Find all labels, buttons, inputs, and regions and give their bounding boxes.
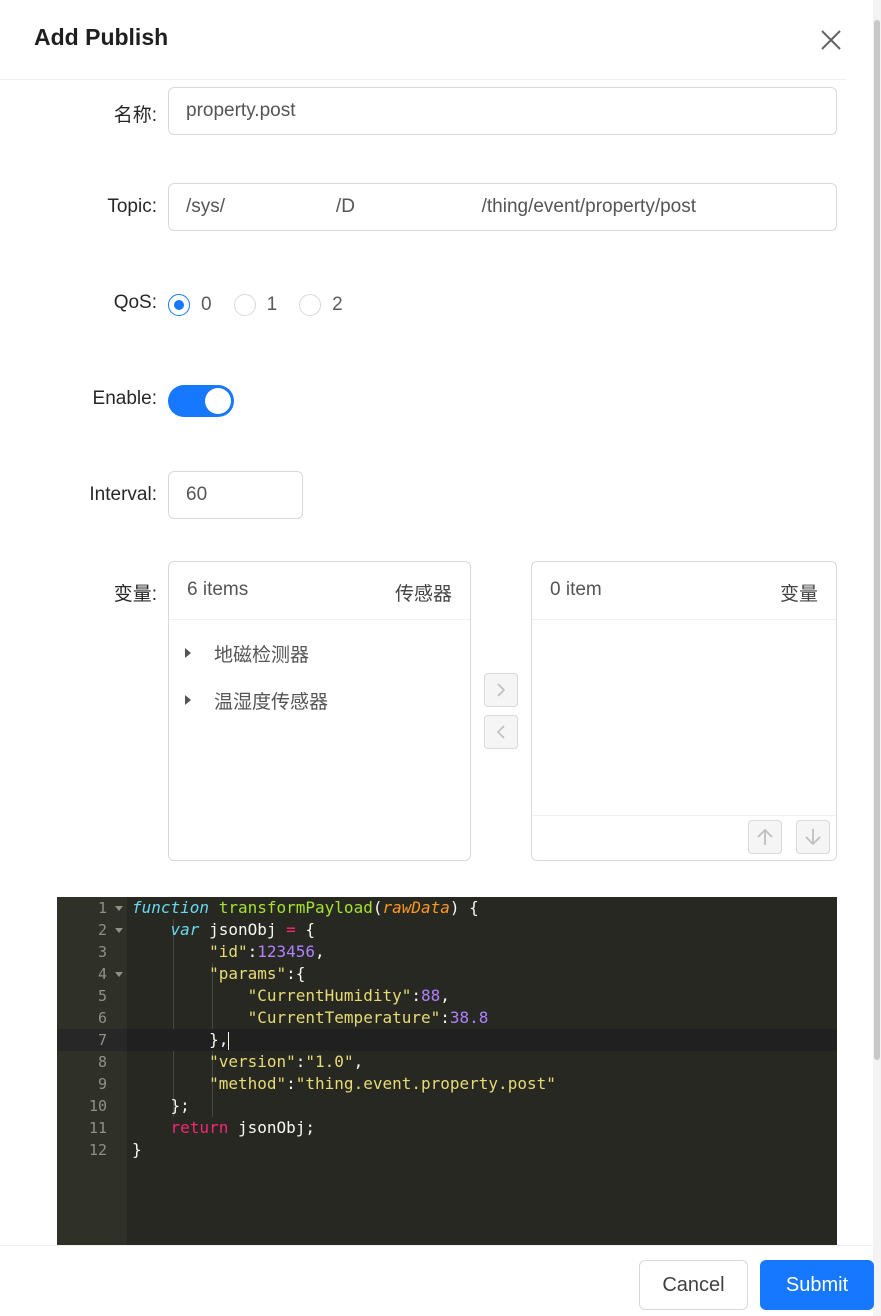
qos-radio-group: 0 1 2 xyxy=(168,290,365,320)
topic-input-value: /sys/ /D /thing/event/property/post xyxy=(186,196,697,217)
fold-icon[interactable] xyxy=(115,928,123,933)
code-line-4: "params":{ xyxy=(209,964,306,983)
submit-button[interactable]: Submit xyxy=(760,1260,874,1310)
code-line-10: }; xyxy=(132,1096,190,1115)
enable-label: Enable: xyxy=(92,388,157,409)
code-line: 2 var jsonObj = { xyxy=(97,920,316,939)
source-panel-header: 6 items 传感器 xyxy=(169,562,470,620)
qos-option-0[interactable]: 0 xyxy=(168,294,212,316)
code-line-8: "version":"1.0", xyxy=(209,1052,364,1071)
qos-label: QoS: xyxy=(113,292,157,313)
target-panel-header: 0 item 变量 xyxy=(532,562,836,620)
code-line: 8 "version":"1.0", xyxy=(97,1052,364,1071)
code-line: 3 "id":123456, xyxy=(97,942,325,961)
code-line: 1 function transformPayload(rawData) { xyxy=(97,898,479,917)
interval-input-value: 60 xyxy=(186,484,208,505)
code-line-2: var jsonObj = { xyxy=(170,920,316,939)
qos-option-2[interactable]: 2 xyxy=(299,294,343,316)
scrollbar-thumb[interactable] xyxy=(874,20,880,1060)
name-label: 名称: xyxy=(113,105,157,126)
tree-item-magnetic-detector[interactable]: 地磁检测器 xyxy=(183,638,309,668)
arrow-down-icon xyxy=(805,829,821,846)
code-line-1: function transformPayload(rawData) { xyxy=(132,898,479,917)
code-line-5: "CurrentHumidity":88, xyxy=(247,986,450,1005)
code-line-3: "id":123456, xyxy=(209,942,325,961)
code-line: 11 return jsonObj; xyxy=(88,1118,316,1137)
close-icon xyxy=(821,30,841,50)
code-line: 4 "params":{ xyxy=(97,964,306,983)
cancel-button[interactable]: Cancel xyxy=(639,1260,748,1310)
switch-knob xyxy=(205,388,231,414)
code-line: 12 } xyxy=(88,1140,142,1159)
interval-label: Interval: xyxy=(89,484,157,505)
move-down-button[interactable] xyxy=(796,820,830,854)
move-up-button[interactable] xyxy=(748,820,782,854)
qos-option-label: 0 xyxy=(201,294,212,315)
transfer-source-panel: 6 items 传感器 地磁检测器 温湿度传感器 xyxy=(168,561,471,861)
code-line: 6 "CurrentTemperature":38.8 xyxy=(97,1008,489,1027)
chevron-left-icon xyxy=(496,725,505,739)
arrow-up-icon xyxy=(757,828,773,845)
caret-right-icon[interactable] xyxy=(185,695,191,705)
radio-checked-icon xyxy=(168,294,190,316)
enable-switch[interactable] xyxy=(168,385,234,417)
close-button[interactable] xyxy=(817,26,845,54)
tree-item-label: 温湿度传感器 xyxy=(214,691,329,713)
radio-unchecked-icon xyxy=(233,294,256,316)
text-cursor xyxy=(228,1031,230,1050)
modal-scrollbar[interactable] xyxy=(873,0,881,1316)
move-right-button[interactable] xyxy=(484,673,518,707)
name-input-value: property.post xyxy=(186,100,296,121)
variables-label: 变量: xyxy=(113,584,157,605)
fold-icon[interactable] xyxy=(115,972,123,977)
code-line-active: 7 }, xyxy=(57,1029,837,1051)
transfer-target-panel: 0 item 变量 xyxy=(531,561,837,861)
topic-label: Topic: xyxy=(107,196,157,217)
code-editor[interactable]: 1 function transformPayload(rawData) { 2… xyxy=(57,897,837,1245)
source-item-count: 6 items xyxy=(187,579,249,600)
qos-option-1[interactable]: 1 xyxy=(233,294,278,316)
target-item-count: 0 item xyxy=(550,579,602,600)
move-left-button[interactable] xyxy=(484,715,518,749)
code-line: 10 }; xyxy=(88,1096,190,1115)
source-panel-title: 传感器 xyxy=(394,584,452,605)
interval-input[interactable]: 60 xyxy=(168,471,303,519)
code-line-7: }, xyxy=(132,1030,230,1050)
code-line: 5 "CurrentHumidity":88, xyxy=(97,986,450,1005)
target-panel-footer xyxy=(532,815,836,860)
fold-icon[interactable] xyxy=(115,906,123,911)
modal-title: Add Publish xyxy=(34,24,169,50)
code-line-6: "CurrentTemperature":38.8 xyxy=(247,1008,489,1027)
code-line-12: } xyxy=(132,1140,142,1159)
caret-right-icon[interactable] xyxy=(185,648,191,658)
modal-header: Add Publish xyxy=(0,0,846,80)
name-input[interactable]: property.post xyxy=(168,87,837,135)
radio-unchecked-icon xyxy=(299,294,322,316)
qos-option-label: 1 xyxy=(266,294,278,315)
topic-input[interactable]: /sys/ /D /thing/event/property/post xyxy=(168,183,837,231)
qos-option-label: 2 xyxy=(332,294,343,315)
target-panel-title: 变量 xyxy=(779,584,818,605)
code-line: 9 "method":"thing.event.property.post" xyxy=(97,1074,556,1093)
tree-item-temp-humidity-sensor[interactable]: 温湿度传感器 xyxy=(183,685,328,715)
code-line-11: return jsonObj; xyxy=(170,1118,316,1137)
chevron-right-icon xyxy=(497,683,506,697)
tree-item-label: 地磁检测器 xyxy=(214,644,310,666)
code-line-9: "method":"thing.event.property.post" xyxy=(209,1074,556,1093)
